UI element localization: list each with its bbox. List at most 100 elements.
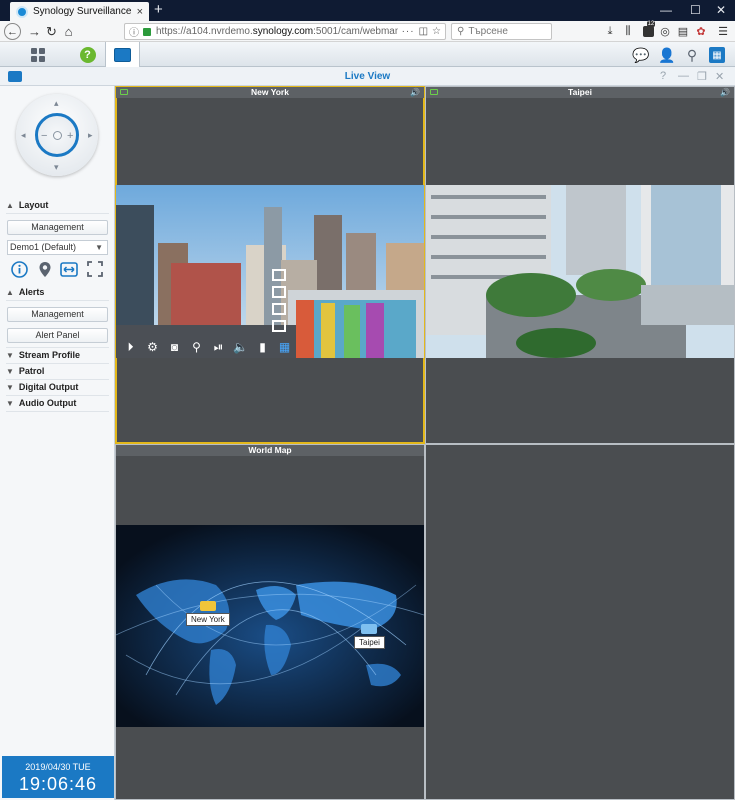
library-icon[interactable]: ⫼ [621, 24, 635, 38]
playback-icon[interactable]: ⏵ [121, 340, 140, 355]
divider [6, 411, 109, 412]
new-york-video-feed[interactable]: ⏵ ⚙ ◙ ⚲ ⏯ 🔈 ▮ ▦ [116, 185, 424, 358]
search-placeholder: Търсене [468, 26, 508, 37]
window-maximize-button[interactable]: ☐ [690, 3, 701, 17]
taipei-video-feed[interactable] [426, 185, 734, 358]
picture-in-picture-icon[interactable] [272, 320, 286, 332]
camera-snapshot-icon[interactable]: ◙ [165, 340, 184, 355]
grid-view-icon[interactable] [272, 286, 286, 298]
stream-icon[interactable]: ▦ [275, 340, 294, 355]
alerts-section-label: Alerts [18, 287, 45, 297]
video-control-bar: ⏵ ⚙ ◙ ⚲ ⏯ 🔈 ▮ ▦ [121, 340, 294, 355]
empty-view-cell[interactable] [426, 445, 734, 799]
address-bar[interactable]: ⓘ https://a104.nvrdemo.synology.com:5001… [124, 23, 446, 40]
window-close-button[interactable]: ✕ [715, 70, 724, 83]
map-pin-icon[interactable] [36, 260, 54, 278]
collapse-caret-icon: ▲ [6, 287, 14, 297]
sync-icon[interactable]: ◎ [658, 24, 672, 38]
window-close-button[interactable]: ✕ [716, 3, 726, 17]
patrol-section-header[interactable]: ▼ Patrol [6, 366, 109, 376]
layout-management-button[interactable]: Management [7, 220, 108, 235]
alerts-section-header[interactable]: ▲ Alerts [6, 287, 109, 297]
ptz-down-icon[interactable]: ▾ [54, 162, 59, 173]
ptz-up-icon[interactable]: ▴ [54, 98, 59, 109]
play-pause-icon[interactable]: ⏯ [209, 340, 228, 355]
stream-profile-label: Stream Profile [18, 350, 80, 360]
hamburger-menu-icon[interactable]: ☰ [716, 24, 730, 38]
ptz-control-pad[interactable]: ▴ ▾ ◂ ▸ − + [16, 94, 98, 176]
layout-section-header[interactable]: ▲ Layout [6, 200, 109, 210]
ptz-home-icon[interactable] [53, 131, 62, 140]
chevron-down-icon: ▼ [95, 243, 103, 252]
home-icon[interactable]: ⌂ [60, 23, 77, 40]
ptz-left-icon[interactable]: ◂ [21, 130, 26, 141]
bookmark-star-icon[interactable]: ☆ [432, 26, 441, 37]
browser-search-field[interactable]: ⚲ Търсене [451, 23, 552, 40]
stream-profile-section-header[interactable]: ▼ Stream Profile [6, 350, 109, 360]
digital-output-section-header[interactable]: ▼ Digital Output [6, 382, 109, 392]
notifications-chat-icon[interactable]: 💬 [632, 47, 649, 63]
layout-select[interactable]: Demo1 (Default) ▼ [7, 240, 108, 255]
alert-panel-button[interactable]: Alert Panel [7, 328, 108, 343]
ptz-right-icon[interactable]: ▸ [88, 130, 93, 141]
browser-tab[interactable]: Synology Surveillance Station - × [10, 2, 149, 21]
new-tab-button[interactable]: + [154, 1, 163, 18]
patrol-label: Patrol [18, 366, 45, 376]
map-marker-label: New York [186, 613, 230, 626]
page-actions-icon[interactable]: ··· [402, 26, 415, 37]
expand-caret-icon: ▼ [6, 350, 14, 360]
layout-section-label: Layout [18, 200, 49, 210]
search-icon[interactable]: ⚲ [684, 47, 700, 63]
camera-cell-header: Taipei 🔊 [426, 87, 734, 98]
current-time: 19:06:46 [18, 774, 98, 794]
back-arrow-icon[interactable]: ← [4, 23, 21, 40]
downloads-icon[interactable]: ⤓ [603, 24, 617, 38]
zoom-search-icon[interactable]: ⚲ [187, 340, 206, 355]
reload-icon[interactable]: ↻ [43, 23, 60, 40]
volume-icon[interactable]: 🔈 [231, 340, 250, 355]
user-icon[interactable]: 👤 [658, 47, 675, 63]
audio-output-section-header[interactable]: ▼ Audio Output [6, 398, 109, 408]
window-minimize-button[interactable]: — [678, 70, 689, 82]
window-minimize-button[interactable]: — [660, 3, 672, 17]
main-menu-button[interactable] [20, 42, 55, 67]
fit-to-window-icon[interactable] [60, 260, 78, 278]
camera-status-icon [120, 89, 128, 95]
extension-icon[interactable]: ✿ [694, 24, 708, 38]
divider [6, 213, 109, 214]
camera-cell-taipei[interactable]: Taipei 🔊 [426, 87, 734, 443]
surveillance-app-taskbar-button[interactable] [105, 42, 140, 67]
fullscreen-icon[interactable] [86, 260, 104, 278]
tab-close-icon[interactable]: × [137, 6, 143, 18]
camera-marker-icon [199, 601, 216, 611]
map-marker-taipei[interactable]: Taipei [354, 624, 385, 649]
record-icon[interactable]: ▮ [253, 340, 272, 355]
info-icon[interactable] [10, 260, 28, 278]
help-icon: ? [79, 46, 96, 63]
pocket-icon[interactable]: ◫ [419, 26, 428, 37]
dsm-taskbar: ? 💬 👤 ⚲ ▦ [0, 42, 735, 67]
speaker-icon[interactable]: 🔊 [410, 87, 420, 98]
current-date: 2019/04/30 TUE [25, 762, 91, 772]
emap-cell-world-map[interactable]: World Map New York Taipei [116, 445, 424, 799]
world-map-image[interactable]: New York Taipei [116, 525, 424, 727]
camera-cell-new-york[interactable]: New York 🔊 ⏵ ⚙ ◙ ⚲ ⏯ 🔈 ▮ ▦ [115, 86, 425, 444]
surveillance-station-icon [114, 47, 131, 62]
zoom-in-icon[interactable]: + [67, 130, 73, 142]
zoom-out-icon[interactable]: − [41, 130, 47, 142]
mosaic-icon[interactable] [272, 303, 286, 315]
forward-arrow-icon[interactable]: → [26, 23, 43, 40]
alerts-management-button[interactable]: Management [7, 307, 108, 322]
map-marker-new-york[interactable]: New York [186, 601, 230, 626]
divider [6, 379, 109, 380]
shield-badge-icon[interactable]: 12 [641, 20, 656, 38]
help-button[interactable]: ? [70, 42, 105, 67]
window-maximize-button[interactable]: ❐ [697, 70, 707, 83]
window-help-button[interactable]: ? [660, 70, 666, 82]
settings-gear-icon[interactable]: ⚙ [143, 340, 162, 355]
speaker-icon[interactable]: 🔊 [720, 87, 730, 98]
sidebar-toggle-icon[interactable]: ▤ [676, 24, 690, 38]
site-info-icon[interactable]: ⓘ [129, 24, 139, 39]
snapshot-layout-icon[interactable] [272, 269, 286, 281]
widgets-icon[interactable]: ▦ [709, 47, 725, 63]
